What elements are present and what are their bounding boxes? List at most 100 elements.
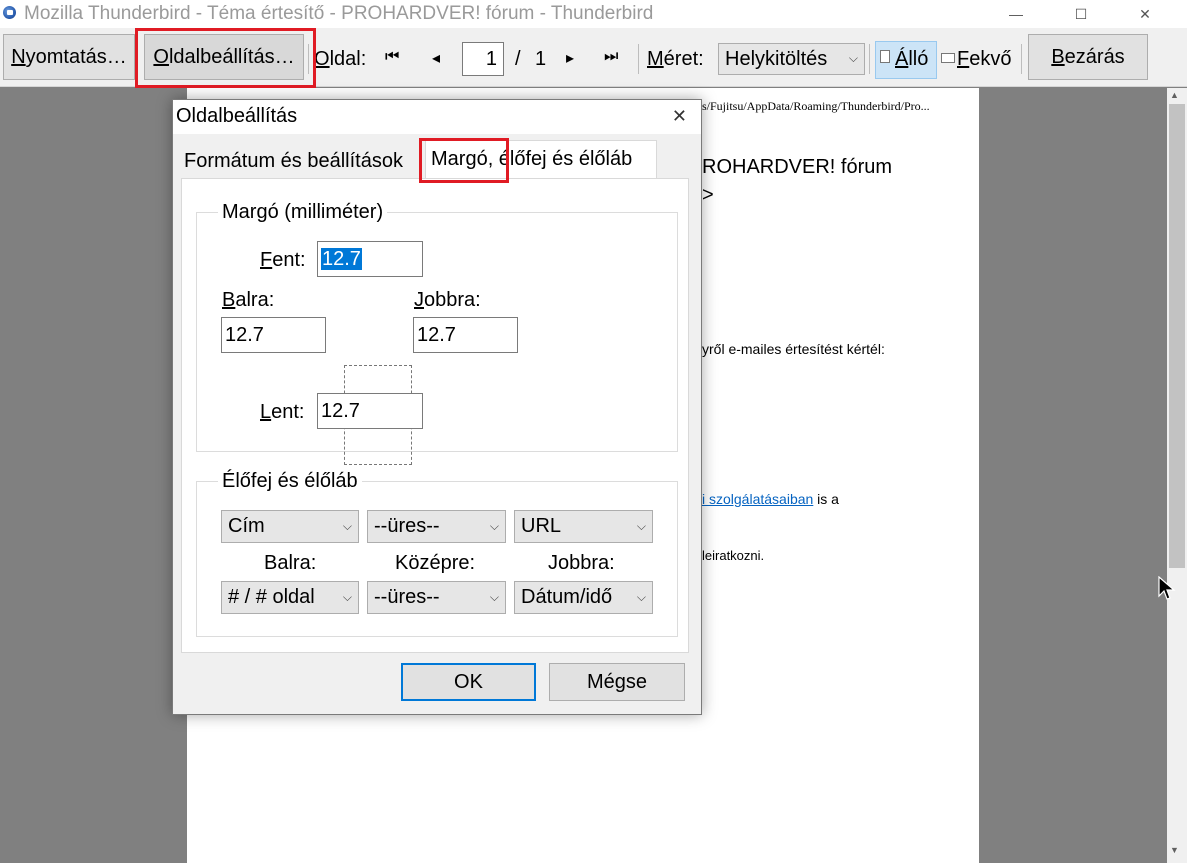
close-window-button[interactable]: ✕ bbox=[1122, 0, 1168, 28]
tab-panel-margins: Margó (milliméter) Fent: 12.7 Balra: 12.… bbox=[181, 178, 689, 653]
footer-right-select[interactable]: Dátum/idő ⌵ bbox=[514, 581, 653, 614]
toolbar-separator bbox=[869, 44, 870, 74]
title-bar: Mozilla Thunderbird - Téma értesítő - PR… bbox=[0, 0, 1187, 28]
margin-group-label: Margó (milliméter) bbox=[218, 201, 388, 224]
dialog-title-bar: Oldalbeállítás ✕ bbox=[173, 100, 701, 134]
footer-center-value: --üres-- bbox=[374, 586, 440, 608]
left-accesskey: B bbox=[222, 289, 236, 311]
header-left-value: Cím bbox=[228, 515, 265, 537]
toolbar-separator bbox=[1021, 44, 1022, 74]
preview-link[interactable]: i szolgálatásaiban bbox=[702, 491, 813, 507]
page-total: 1 bbox=[535, 48, 547, 70]
footer-right-value: Dátum/idő bbox=[521, 586, 613, 608]
footer-left-value: # / # oldal bbox=[228, 586, 315, 608]
footer-center-select[interactable]: --üres-- ⌵ bbox=[367, 581, 506, 614]
cancel-button[interactable]: Mégse bbox=[549, 663, 685, 701]
header-center-select[interactable]: --üres-- ⌵ bbox=[367, 510, 506, 543]
preview-text-line-2: leiratkozni. bbox=[702, 548, 765, 563]
page-number-input[interactable]: 1 bbox=[462, 42, 504, 76]
page-label: Oldal: bbox=[314, 48, 366, 71]
first-page-icon[interactable]: ⏮ bbox=[385, 48, 399, 66]
portrait-option[interactable]: Álló bbox=[895, 48, 928, 71]
header-center-value: --üres-- bbox=[374, 515, 440, 537]
chevron-down-icon: ⌵ bbox=[489, 589, 499, 604]
top-label-text: ent: bbox=[272, 249, 306, 271]
print-accesskey: N bbox=[11, 45, 26, 68]
page-label-text: ldal: bbox=[329, 48, 367, 70]
column-left-label: Balra: bbox=[264, 552, 317, 574]
header-left-select[interactable]: Cím ⌵ bbox=[221, 510, 359, 543]
dialog-close-icon[interactable]: ✕ bbox=[672, 106, 687, 127]
landscape-page-icon bbox=[941, 53, 955, 63]
scroll-up-icon[interactable]: ▲ bbox=[1170, 90, 1179, 100]
scale-select[interactable]: Helykitöltés ⌵ bbox=[718, 43, 865, 75]
top-accesskey: F bbox=[260, 249, 273, 271]
ok-button[interactable]: OK bbox=[401, 663, 536, 701]
scale-label-accesskey: M bbox=[647, 48, 664, 70]
toolbar-separator bbox=[638, 44, 639, 74]
maximize-button[interactable]: ☐ bbox=[1058, 0, 1104, 28]
bottom-accesskey: L bbox=[260, 401, 272, 423]
scale-select-value: Helykitöltés bbox=[725, 47, 828, 70]
portrait-accesskey: Á bbox=[895, 48, 909, 70]
thunderbird-icon bbox=[3, 6, 16, 19]
preview-link-line: i szolgálatásaiban is a bbox=[702, 491, 839, 507]
mouse-cursor-icon bbox=[1158, 576, 1176, 600]
landscape-label: ekvő bbox=[969, 48, 1012, 70]
scale-label-text: éret: bbox=[663, 48, 704, 70]
right-label-text: obbra: bbox=[424, 289, 481, 311]
chevron-down-icon: ⌵ bbox=[489, 518, 499, 533]
landscape-option[interactable]: Fekvő bbox=[957, 48, 1011, 71]
header-footer-group-label: Élőfej és élőláb bbox=[218, 470, 362, 493]
chevron-down-icon: ⌵ bbox=[848, 50, 858, 65]
close-label: ezárás bbox=[1064, 45, 1125, 68]
close-preview-button[interactable]: Bezárás bbox=[1028, 34, 1148, 80]
page-separator: / bbox=[515, 48, 521, 70]
top-margin-value: 12.7 bbox=[321, 248, 362, 270]
portrait-page-icon bbox=[880, 50, 890, 63]
header-right-select[interactable]: URL ⌵ bbox=[514, 510, 653, 543]
highlight-page-setup bbox=[135, 28, 316, 88]
left-label-text: alra: bbox=[235, 289, 275, 311]
preview-path: s/Fujitsu/AppData/Roaming/Thunderbird/Pr… bbox=[702, 99, 930, 113]
column-right-label: Jobbra: bbox=[548, 552, 615, 574]
print-button[interactable]: Nyomtatás… bbox=[3, 34, 135, 80]
right-accesskey: J bbox=[414, 289, 424, 311]
chevron-down-icon: ⌵ bbox=[636, 518, 646, 533]
dialog-title: Oldalbeállítás bbox=[176, 105, 298, 127]
preview-heading-2: > bbox=[702, 184, 714, 206]
right-margin-label: Jobbra: bbox=[414, 289, 481, 312]
bottom-margin-input[interactable]: 12.7 bbox=[317, 393, 423, 429]
close-accesskey: B bbox=[1051, 45, 1065, 68]
highlight-margin-tab bbox=[419, 138, 509, 183]
page-label-accesskey: O bbox=[314, 48, 330, 70]
left-margin-label: Balra: bbox=[222, 289, 274, 312]
preview-link-after: is a bbox=[813, 491, 839, 507]
footer-left-select[interactable]: # / # oldal ⌵ bbox=[221, 581, 359, 614]
previous-page-icon[interactable]: ◂ bbox=[432, 48, 440, 68]
minimize-button[interactable]: — bbox=[993, 0, 1039, 28]
scroll-down-icon[interactable]: ▼ bbox=[1170, 845, 1179, 855]
landscape-accesskey: F bbox=[957, 48, 970, 70]
last-page-icon[interactable]: ⏭ bbox=[604, 48, 618, 66]
scale-label: Méret: bbox=[647, 48, 704, 71]
column-center-label: Középre: bbox=[395, 552, 476, 574]
preview-text-line: yről e-mailes értesítést kértél: bbox=[702, 341, 885, 357]
tab-format-settings[interactable]: Formátum és beállítások bbox=[184, 150, 403, 173]
top-margin-label: Fent: bbox=[260, 249, 306, 272]
preview-heading: ROHARDVER! fórum bbox=[702, 156, 893, 178]
header-right-value: URL bbox=[521, 515, 562, 537]
left-margin-input[interactable]: 12.7 bbox=[221, 317, 326, 353]
bottom-margin-label: Lent: bbox=[260, 401, 304, 424]
right-margin-input[interactable]: 12.7 bbox=[413, 317, 518, 353]
scrollbar-thumb[interactable] bbox=[1169, 104, 1185, 568]
next-page-icon[interactable]: ▸ bbox=[566, 48, 574, 68]
page-setup-dialog: Oldalbeállítás ✕ Formátum és beállítások… bbox=[172, 99, 702, 715]
top-margin-input[interactable]: 12.7 bbox=[317, 241, 423, 277]
bottom-label-text: ent: bbox=[271, 401, 305, 423]
portrait-label: lló bbox=[908, 48, 929, 70]
chevron-down-icon: ⌵ bbox=[342, 518, 352, 533]
chevron-down-icon: ⌵ bbox=[342, 589, 352, 604]
window-title: Mozilla Thunderbird - Téma értesítő - PR… bbox=[24, 3, 654, 24]
chevron-down-icon: ⌵ bbox=[636, 589, 646, 604]
